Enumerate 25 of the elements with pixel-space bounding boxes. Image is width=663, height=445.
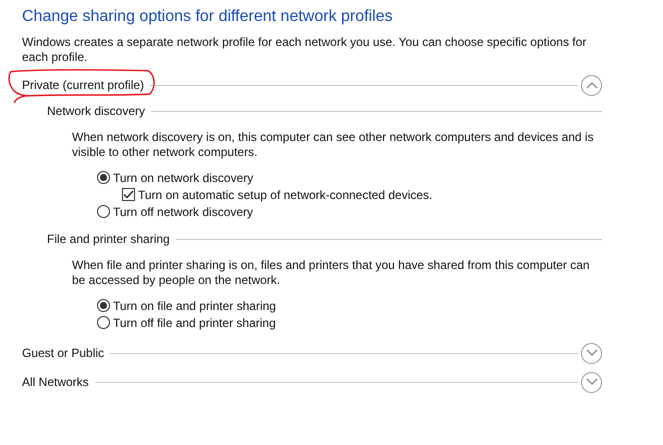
expand-button[interactable] [581,342,602,364]
radio-option[interactable]: Turn off file and printer sharing [97,314,276,331]
radio-option[interactable]: Turn on network discovery [97,169,254,186]
chevron-down-icon [586,378,598,386]
radio-button[interactable] [97,299,110,312]
profile-heading: Private (current profile) [22,78,144,92]
section-description: When network discovery is on, this computer can see other network computers and devices and is visible to other network computers. [72,130,595,160]
profile-heading: All Networks [22,375,89,389]
page-description: Windows creates a separate network profile for each network you use. You can choose specific options for each profile. [22,35,588,65]
radio-button[interactable] [97,205,110,218]
radio-option[interactable]: Turn off network discovery [97,203,254,220]
checkbox-option[interactable]: Turn on automatic setup of network-connected devices. [122,186,432,203]
expand-button[interactable] [581,372,602,392]
chevron-up-icon [586,81,598,89]
section-description: When file and printer sharing is on, files and printers that you have shared from this computer can be accessed by people on the network. [72,258,591,288]
radio-button[interactable] [97,171,110,184]
radio-option[interactable]: Turn on file and printer sharing [97,297,276,314]
profile-heading: Guest or Public [22,346,104,360]
chevron-down-icon [586,349,598,357]
collapse-button[interactable] [581,74,602,96]
radio-button[interactable] [97,316,110,329]
section-heading: Network discovery [47,104,146,118]
section-heading: File and printer sharing [47,232,170,246]
page-title: Change sharing options for different network profiles [22,8,394,26]
checkbox[interactable] [122,188,135,201]
